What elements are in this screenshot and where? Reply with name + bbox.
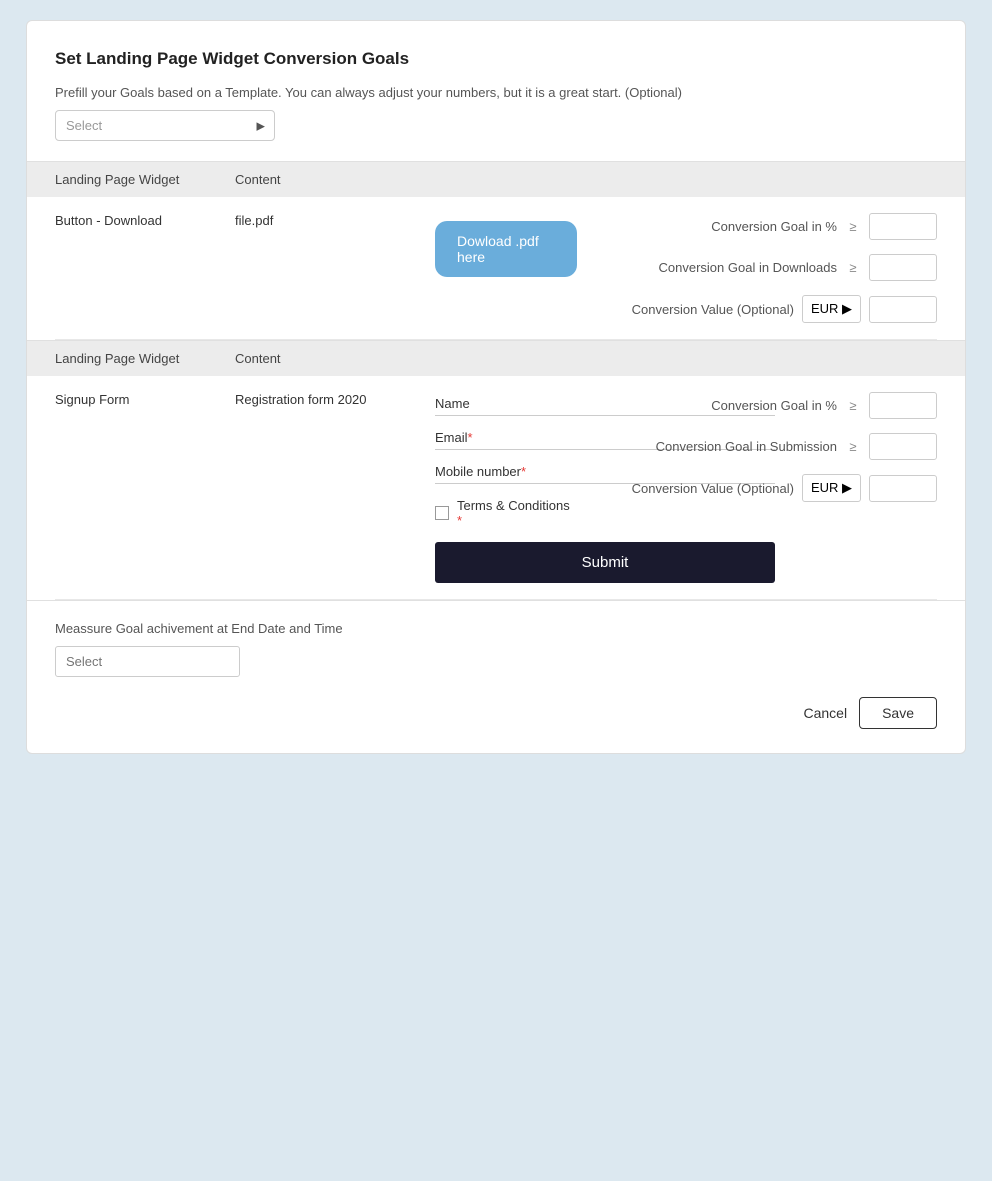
section1-goal-row-1: Conversion Goal in % ≥ xyxy=(577,213,937,240)
section2-widget-content: Registration form 2020 xyxy=(235,392,435,407)
measure-select-input[interactable] xyxy=(55,646,240,677)
signup-form-preview: Name Email* Mobile number* Terms & Condi… xyxy=(435,396,577,583)
section1-widget-content: file.pdf xyxy=(235,213,435,228)
section2-header-col2: Content xyxy=(235,351,435,366)
section1-widget-preview: Dowload .pdf here xyxy=(435,213,577,277)
template-select-wrapper[interactable]: Select ▶ xyxy=(55,110,275,141)
section2-currency-label: EUR ▶ xyxy=(811,480,852,496)
section1-goal-gte-2: ≥ xyxy=(845,260,861,275)
email-required-star: * xyxy=(468,430,473,445)
section1-goal-row-3: Conversion Value (Optional) EUR ▶ xyxy=(577,295,937,323)
section1-widget-name: Button - Download xyxy=(55,213,235,228)
section1-currency-label: EUR ▶ xyxy=(811,301,852,317)
bottom-section: Meassure Goal achivement at End Date and… xyxy=(55,601,937,729)
section2-widget-name: Signup Form xyxy=(55,392,235,407)
measure-select-wrapper[interactable] xyxy=(55,646,240,677)
form-field-email-label: Email* xyxy=(435,430,577,445)
form-field-email: Email* xyxy=(435,430,577,450)
section1-goal-input-3[interactable] xyxy=(869,296,937,323)
section1-header: Landing Page Widget Content xyxy=(27,162,965,197)
section2-goal-input-1[interactable] xyxy=(869,392,937,419)
section1-goal-input-2[interactable] xyxy=(869,254,937,281)
section2-goals: Conversion Goal in % ≥ Conversion Goal i… xyxy=(577,392,937,502)
template-select[interactable]: Select xyxy=(55,110,275,141)
form-field-mobile-label: Mobile number* xyxy=(435,464,577,479)
section1-widget-row: Button - Download file.pdf Dowload .pdf … xyxy=(55,197,937,340)
main-card: Set Landing Page Widget Conversion Goals… xyxy=(26,20,966,754)
section2-widget-row: Signup Form Registration form 2020 Name … xyxy=(55,376,937,600)
section2-goal-row-2: Conversion Goal in Submission ≥ xyxy=(577,433,937,460)
form-field-name: Name xyxy=(435,396,577,416)
terms-label: Terms & Conditions * xyxy=(457,498,577,528)
section2-goal-label-2: Conversion Goal in Submission xyxy=(577,439,837,454)
section2-goal-gte-1: ≥ xyxy=(845,398,861,413)
section1-goal-input-1[interactable] xyxy=(869,213,937,240)
prefill-description: Prefill your Goals based on a Template. … xyxy=(55,85,937,100)
section1-goals: Conversion Goal in % ≥ Conversion Goal i… xyxy=(577,213,937,323)
terms-required-star: * xyxy=(457,513,462,528)
section2-widget-preview: Name Email* Mobile number* Terms & Condi… xyxy=(435,392,577,583)
section2-header: Landing Page Widget Content xyxy=(27,341,965,376)
section1-currency-btn[interactable]: EUR ▶ xyxy=(802,295,861,323)
form-field-name-label: Name xyxy=(435,396,577,411)
measure-label: Meassure Goal achivement at End Date and… xyxy=(55,621,937,636)
section2-goal-input-3[interactable] xyxy=(869,475,937,502)
section2-goal-row-3: Conversion Value (Optional) EUR ▶ xyxy=(577,474,937,502)
section1-header-col1: Landing Page Widget xyxy=(55,172,235,187)
action-buttons: Cancel Save xyxy=(55,697,937,729)
section1-goal-label-2: Conversion Goal in Downloads xyxy=(577,260,837,275)
section1-header-col2: Content xyxy=(235,172,435,187)
mobile-required-star: * xyxy=(521,464,526,479)
terms-checkbox-row: Terms & Conditions * xyxy=(435,498,577,528)
terms-checkbox[interactable] xyxy=(435,506,449,520)
download-button-preview: Dowload .pdf here xyxy=(435,221,577,277)
section2-goal-label-1: Conversion Goal in % xyxy=(577,398,837,413)
section1-goal-label-3: Conversion Value (Optional) xyxy=(577,302,794,317)
section1-goal-gte-1: ≥ xyxy=(845,219,861,234)
submit-button-preview[interactable]: Submit xyxy=(435,542,775,583)
save-button[interactable]: Save xyxy=(859,697,937,729)
section1-goal-row-2: Conversion Goal in Downloads ≥ xyxy=(577,254,937,281)
section2-currency-btn[interactable]: EUR ▶ xyxy=(802,474,861,502)
section2-goal-input-2[interactable] xyxy=(869,433,937,460)
section2-goal-row-1: Conversion Goal in % ≥ xyxy=(577,392,937,419)
section2-goal-gte-2: ≥ xyxy=(845,439,861,454)
section2-goal-label-3: Conversion Value (Optional) xyxy=(577,481,794,496)
cancel-button[interactable]: Cancel xyxy=(803,705,847,721)
section1-goal-label-1: Conversion Goal in % xyxy=(577,219,837,234)
form-field-mobile: Mobile number* xyxy=(435,464,577,484)
page-title: Set Landing Page Widget Conversion Goals xyxy=(55,49,937,69)
section2-header-col1: Landing Page Widget xyxy=(55,351,235,366)
